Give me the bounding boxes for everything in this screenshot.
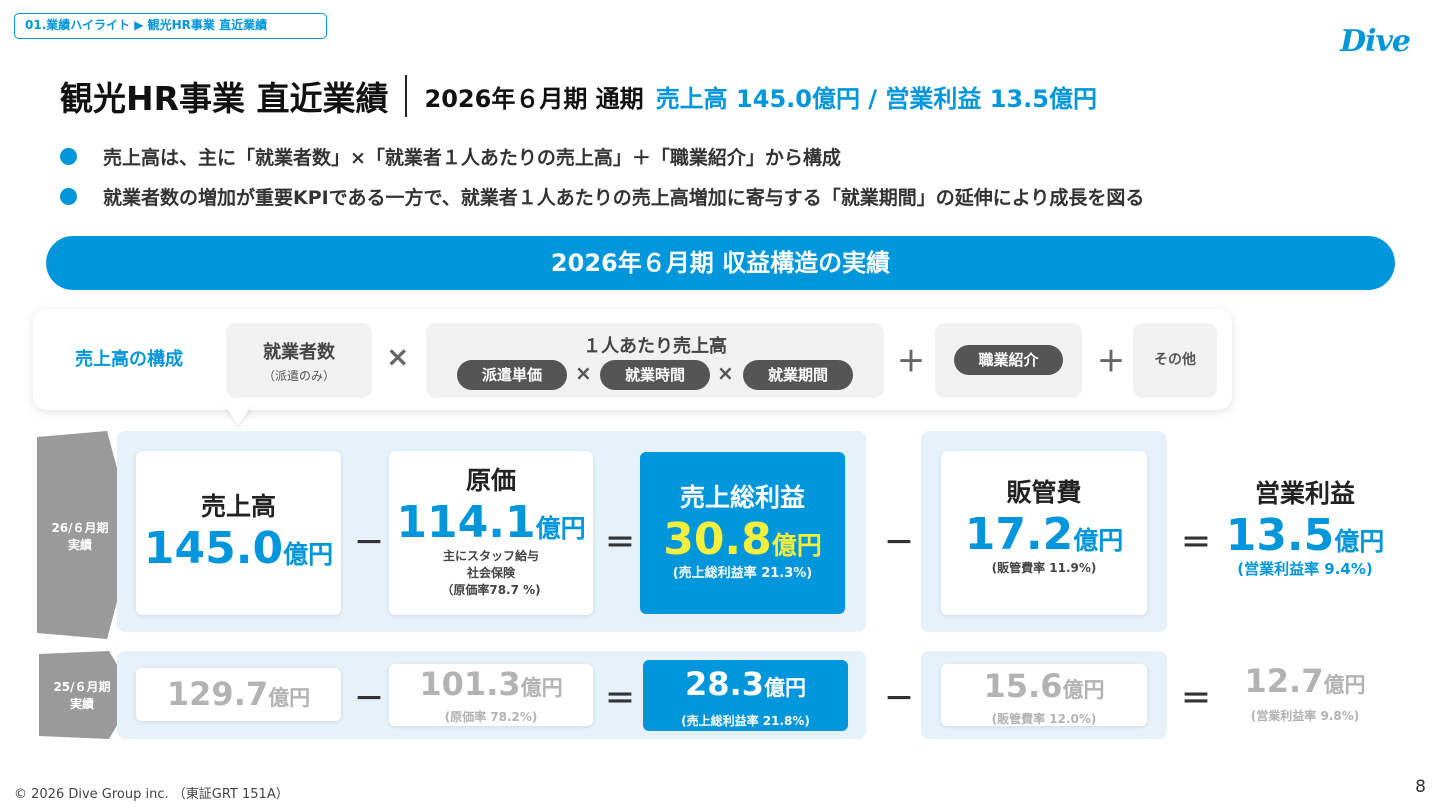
gross-label: 売上総利益 (679, 483, 805, 512)
current-gross-profit-card: 売上総利益 30.8億円 (売上総利益率 21.3%) (640, 452, 845, 614)
previous-period-tag: 25/６月期 実績 (53, 680, 111, 711)
prev-op-unit: 億円 (1323, 673, 1366, 697)
previous-cost-card: 101.3億円 (原価率 78.2%) (389, 664, 593, 726)
times-operator: × (575, 361, 592, 385)
prev-gross-unit: 億円 (763, 676, 806, 700)
previous-operating-profit: 12.7億円 (営業利益率 9.8%) (1215, 660, 1395, 724)
equals-operator: ＝ (605, 682, 635, 717)
pill-unit-price: 派遣単価 (457, 360, 567, 390)
bullet-text: 売上高は、主に「就業者数」×「就業者１人あたりの売上高」＋「職業紹介」から構成 (103, 146, 841, 169)
equals-operator: ＝ (1181, 682, 1211, 717)
equals-operator: ＝ (1181, 526, 1211, 561)
prev-sales-number: 129.7 (166, 675, 269, 713)
bullet-dot-icon (60, 187, 77, 205)
pill-placement: 職業紹介 (954, 345, 1063, 375)
bullet-text: 就業者数の増加が重要KPIである一方で、就業者１人あたりの売上高増加に寄与する「… (103, 186, 1145, 209)
gross-note: (売上総利益率 21.3%) (672, 566, 813, 581)
pill-work-hours: 就業時間 (600, 360, 710, 390)
sga-label: 販管費 (1006, 478, 1082, 507)
prev-cost-note: (原価率 78.2%) (444, 710, 538, 724)
op-note: (営業利益率 9.4%) (1237, 560, 1373, 578)
pill-work-period: 就業期間 (743, 360, 853, 390)
cost-label: 原価 (465, 466, 516, 495)
times-operator: × (717, 361, 734, 385)
cost-number: 114.1 (396, 497, 536, 548)
previous-gross-profit-card: 28.3億円 (売上総利益率 21.8%) (643, 660, 848, 731)
sales-value: 145.0億円 (136, 523, 341, 574)
prev-op-note: (営業利益率 9.8%) (1250, 709, 1360, 723)
sga-unit: 億円 (1073, 526, 1124, 555)
page-number: 8 (1415, 777, 1426, 797)
current-period-tag: 26/６月期 実績 (51, 521, 109, 552)
title-result: 売上高 145.0億円 / 営業利益 13.5億円 (655, 84, 1098, 113)
prev-gross-number: 28.3 (685, 665, 764, 703)
callout-pointer (224, 404, 252, 426)
prev-op-number: 12.7 (1244, 662, 1324, 700)
prev-cost-value: 101.3億円 (389, 664, 593, 710)
minus-operator: － (884, 682, 914, 717)
bullet-list: 売上高は、主に「就業者数」×「就業者１人あたりの売上高」＋「職業紹介」から構成 … (60, 140, 1144, 220)
op-label: 営業利益 (1254, 479, 1355, 508)
current-sga-card: 販管費 17.2億円 (販管費率 11.9%) (941, 451, 1147, 615)
others-box: その他 (1133, 323, 1217, 398)
current-operating-profit: 営業利益 13.5億円 (営業利益率 9.4%) (1215, 474, 1395, 578)
page-title: 観光HR事業 直近業績 2026年６月期 通期 売上高 145.0億円 / 営業… (60, 66, 1097, 126)
title-divider (404, 75, 407, 117)
per-person-label: １人あたり売上高 (583, 336, 727, 357)
dive-logo: Dive (1340, 24, 1411, 59)
prev-sga-note: (販管費率 12.0%) (991, 712, 1097, 726)
title-period: 2026年６月期 通期 (424, 84, 644, 113)
minus-operator: － (884, 526, 914, 561)
workers-box: 就業者数 （派遣のみ） (226, 323, 372, 398)
cost-unit: 億円 (535, 514, 586, 543)
plus-operator: ＋ (1097, 345, 1126, 378)
cost-note: 主にスタッフ給与 社会保険 （原価率78.7 %) (441, 549, 541, 597)
section-band: 2026年６月期 収益構造の実績 (46, 236, 1395, 290)
breadcrumb: 01.業績ハイライト ▶ 観光HR事業 直近業績 (14, 13, 327, 39)
previous-sga-card: 15.6億円 (販管費率 12.0%) (941, 664, 1147, 726)
current-cost-card: 原価 114.1億円 主にスタッフ給与 社会保険 （原価率78.7 %) (389, 451, 593, 615)
op-number: 13.5 (1225, 510, 1335, 561)
sga-note: (販管費率 11.9%) (991, 561, 1097, 575)
minus-operator: － (354, 526, 384, 561)
composition-label: 売上高の構成 (75, 349, 183, 370)
gross-unit: 億円 (771, 531, 822, 560)
gross-value: 30.8億円 (640, 514, 845, 565)
bullet-dot-icon (60, 147, 77, 165)
sga-value: 17.2億円 (941, 509, 1147, 560)
prev-gross-value: 28.3億円 (643, 660, 848, 714)
times-operator: × (386, 340, 410, 373)
prev-sales-unit: 億円 (268, 686, 311, 710)
prev-gross-note: (売上総利益率 21.8%) (681, 714, 810, 728)
minus-operator: － (354, 682, 384, 717)
workers-note: （派遣のみ） (262, 369, 335, 383)
cost-value: 114.1億円 (389, 497, 593, 548)
prev-cost-number: 101.3 (419, 665, 521, 703)
previous-sales-card: 129.7億円 (136, 668, 341, 721)
plus-operator: ＋ (897, 345, 926, 378)
current-sales-card: 売上高 145.0億円 (136, 451, 341, 615)
sga-number: 17.2 (964, 509, 1074, 560)
equals-operator: ＝ (605, 526, 635, 561)
prev-sga-number: 15.6 (983, 667, 1063, 705)
prev-op-value: 12.7億円 (1215, 660, 1395, 708)
copyright: © 2026 Dive Group inc. （東証GRT 151A） (14, 787, 289, 802)
sales-label: 売上高 (200, 492, 276, 521)
prev-sga-unit: 億円 (1062, 678, 1105, 702)
bullet-item: 就業者数の増加が重要KPIである一方で、就業者１人あたりの売上高増加に寄与する「… (60, 180, 1144, 212)
sales-unit: 億円 (283, 540, 334, 569)
bullet-item: 売上高は、主に「就業者数」×「就業者１人あたりの売上高」＋「職業紹介」から構成 (60, 140, 1144, 172)
prev-sga-value: 15.6億円 (941, 664, 1147, 714)
op-value: 13.5億円 (1215, 510, 1395, 561)
workers-label: 就業者数 (263, 342, 335, 363)
title-main: 観光HR事業 直近業績 (60, 79, 389, 118)
sales-number: 145.0 (143, 523, 284, 574)
op-unit: 億円 (1334, 527, 1385, 556)
gross-number: 30.8 (663, 514, 772, 565)
prev-cost-unit: 億円 (520, 676, 563, 700)
